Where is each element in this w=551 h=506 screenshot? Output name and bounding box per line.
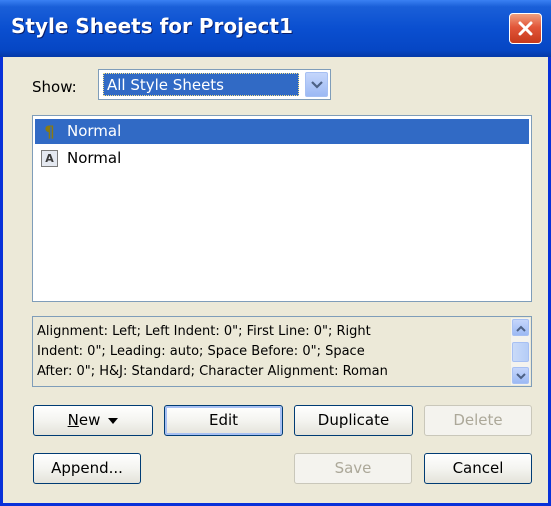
description-scrollbar[interactable] — [511, 318, 530, 385]
title-bar[interactable]: Style Sheets for Project1 — [0, 0, 551, 57]
delete-button[interactable]: Delete — [424, 405, 532, 436]
paragraph-style-icon: ¶ — [44, 122, 55, 141]
dropdown-arrow-icon — [108, 417, 119, 424]
window-title: Style Sheets for Project1 — [11, 14, 293, 38]
character-style-icon: A — [41, 150, 58, 167]
new-button-label: ew — [78, 411, 101, 429]
style-description-box: Alignment: Left; Left Indent: 0"; First … — [32, 316, 532, 387]
edit-button[interactable]: Edit — [164, 405, 283, 436]
style-sheet-list[interactable]: ¶ Normal A Normal — [32, 115, 532, 302]
list-item[interactable]: A Normal — [35, 146, 529, 171]
append-button[interactable]: Append... — [33, 453, 141, 484]
show-select-value: All Style Sheets — [103, 73, 299, 96]
chevron-down-icon — [311, 81, 323, 89]
show-label: Show: — [32, 78, 77, 96]
description-line: After: 0"; H&J: Standard; Character Alig… — [37, 364, 388, 379]
show-select[interactable]: All Style Sheets — [98, 69, 331, 100]
close-button[interactable] — [509, 13, 542, 44]
new-button-mnemonic: N — [67, 411, 79, 429]
scroll-thumb[interactable] — [512, 342, 529, 362]
style-description-text: Alignment: Left; Left Indent: 0"; First … — [37, 322, 503, 382]
chevron-down-icon — [516, 373, 526, 380]
new-button[interactable]: New — [33, 405, 153, 436]
cancel-button[interactable]: Cancel — [424, 453, 532, 484]
select-dropdown-button[interactable] — [305, 72, 328, 97]
duplicate-button[interactable]: Duplicate — [294, 405, 413, 436]
chevron-up-icon — [516, 325, 526, 332]
close-icon — [518, 21, 533, 36]
list-item-label: Normal — [67, 122, 122, 140]
description-line: Indent: 0"; Leading: auto; Space Before:… — [37, 344, 365, 359]
list-item[interactable]: ¶ Normal — [35, 119, 529, 144]
description-line: Alignment: Left; Left Indent: 0"; First … — [37, 324, 371, 339]
list-item-label: Normal — [67, 149, 122, 167]
save-button[interactable]: Save — [294, 453, 412, 484]
scroll-down-button[interactable] — [512, 367, 529, 384]
scroll-up-button[interactable] — [512, 319, 529, 336]
style-sheets-dialog: Style Sheets for Project1 Show: All Styl… — [0, 0, 551, 506]
